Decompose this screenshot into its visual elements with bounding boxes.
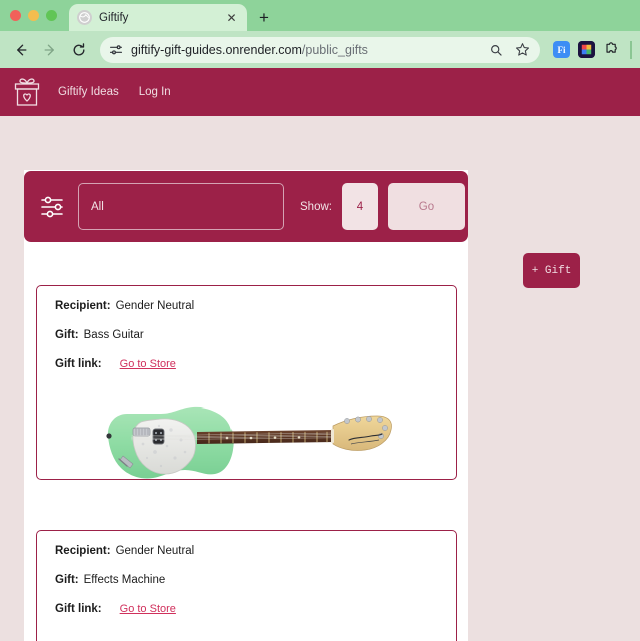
puzzle-extension-icon[interactable] <box>603 41 620 58</box>
search-icon[interactable] <box>488 42 504 58</box>
gift-row: Gift: Effects Machine <box>55 574 456 586</box>
gift-value: Bass Guitar <box>83 329 144 341</box>
address-bar[interactable]: giftify-gift-guides.onrender.com/public_… <box>100 36 540 63</box>
effects-pedal-photo <box>37 632 456 641</box>
gift-box-heart-logo[interactable] <box>12 76 42 108</box>
browser-toolbar: giftify-gift-guides.onrender.com/public_… <box>0 31 640 68</box>
gift-label: Gift: <box>55 329 79 341</box>
maximize-window-button[interactable] <box>46 10 57 21</box>
go-to-store-link[interactable]: Go to Store <box>120 603 176 615</box>
add-gift-button-label: + Gift <box>531 264 572 277</box>
category-select[interactable]: All <box>78 183 284 230</box>
close-icon[interactable]: ✕ <box>224 10 239 25</box>
gift-card: Recipient: Gender Neutral Gift: Bass Gui… <box>36 285 457 480</box>
recipient-row: Recipient: Gender Neutral <box>55 300 456 312</box>
add-gift-button[interactable]: + Gift <box>523 253 580 288</box>
gift-link-row: Gift link: Go to Store <box>55 603 456 615</box>
nav-link-giftify-ideas[interactable]: Giftify Ideas <box>58 86 119 98</box>
forward-arrow-icon[interactable] <box>37 37 63 63</box>
browser-window: Giftify ✕ + giftify-gift-guides.onrender… <box>0 0 640 641</box>
recipient-row: Recipient: Gender Neutral <box>55 545 456 557</box>
go-to-store-link[interactable]: Go to Store <box>120 358 176 370</box>
url-text[interactable]: giftify-gift-guides.onrender.com/public_… <box>131 43 481 57</box>
gift-card-meta: Recipient: Gender Neutral Gift: Effects … <box>37 531 456 615</box>
tab-title: Giftify <box>99 11 129 24</box>
show-count-value: 4 <box>356 200 364 213</box>
show-count-input[interactable]: 4 <box>341 183 378 230</box>
site-nav: Giftify Ideas Log In <box>58 86 171 98</box>
new-tab-button[interactable]: + <box>251 4 277 31</box>
gift-row: Gift: Bass Guitar <box>55 329 456 341</box>
go-button[interactable]: Go <box>387 183 465 230</box>
sliders-icon[interactable] <box>38 193 68 221</box>
extension-icons: Fi <box>548 40 632 59</box>
recipient-label: Recipient: <box>55 300 111 312</box>
go-button-label: Go <box>418 200 435 213</box>
gift-label: Gift: <box>55 574 79 586</box>
window-controls <box>10 0 69 31</box>
gift-value: Effects Machine <box>83 574 166 586</box>
page-content: Giftify Ideas Log In All Show: 4 Go + Gi… <box>0 68 640 641</box>
gift-link-row: Gift link: Go to Store <box>55 358 456 370</box>
gift-link-label: Gift link: <box>55 358 102 370</box>
recipient-value: Gender Neutral <box>115 545 195 557</box>
site-header: Giftify Ideas Log In <box>0 68 640 116</box>
toolbar-divider <box>630 40 632 59</box>
category-select-value: All <box>91 200 104 213</box>
show-label: Show: <box>300 200 332 213</box>
globe-icon <box>77 10 92 25</box>
recipient-value: Gender Neutral <box>115 300 195 312</box>
recipient-label: Recipient: <box>55 545 111 557</box>
color-extension-icon[interactable] <box>578 41 595 58</box>
gift-link-label: Gift link: <box>55 603 102 615</box>
back-arrow-icon[interactable] <box>8 37 34 63</box>
tab-strip: Giftify ✕ + <box>0 0 640 31</box>
gift-card-meta: Recipient: Gender Neutral Gift: Bass Gui… <box>37 286 456 370</box>
gift-card: Recipient: Gender Neutral Gift: Effects … <box>36 530 457 641</box>
filter-bar: All Show: 4 Go <box>24 171 468 242</box>
figma-extension-icon[interactable]: Fi <box>553 41 570 58</box>
close-window-button[interactable] <box>10 10 21 21</box>
star-icon[interactable] <box>514 42 530 58</box>
bass-guitar-photo <box>37 383 456 479</box>
url-host: giftify-gift-guides.onrender.com <box>131 42 302 57</box>
tune-icon[interactable] <box>108 42 124 58</box>
reload-icon[interactable] <box>66 37 92 63</box>
minimize-window-button[interactable] <box>28 10 39 21</box>
nav-link-log-in[interactable]: Log In <box>139 86 171 98</box>
url-path: /public_gifts <box>301 42 368 57</box>
browser-tab[interactable]: Giftify ✕ <box>69 4 247 31</box>
